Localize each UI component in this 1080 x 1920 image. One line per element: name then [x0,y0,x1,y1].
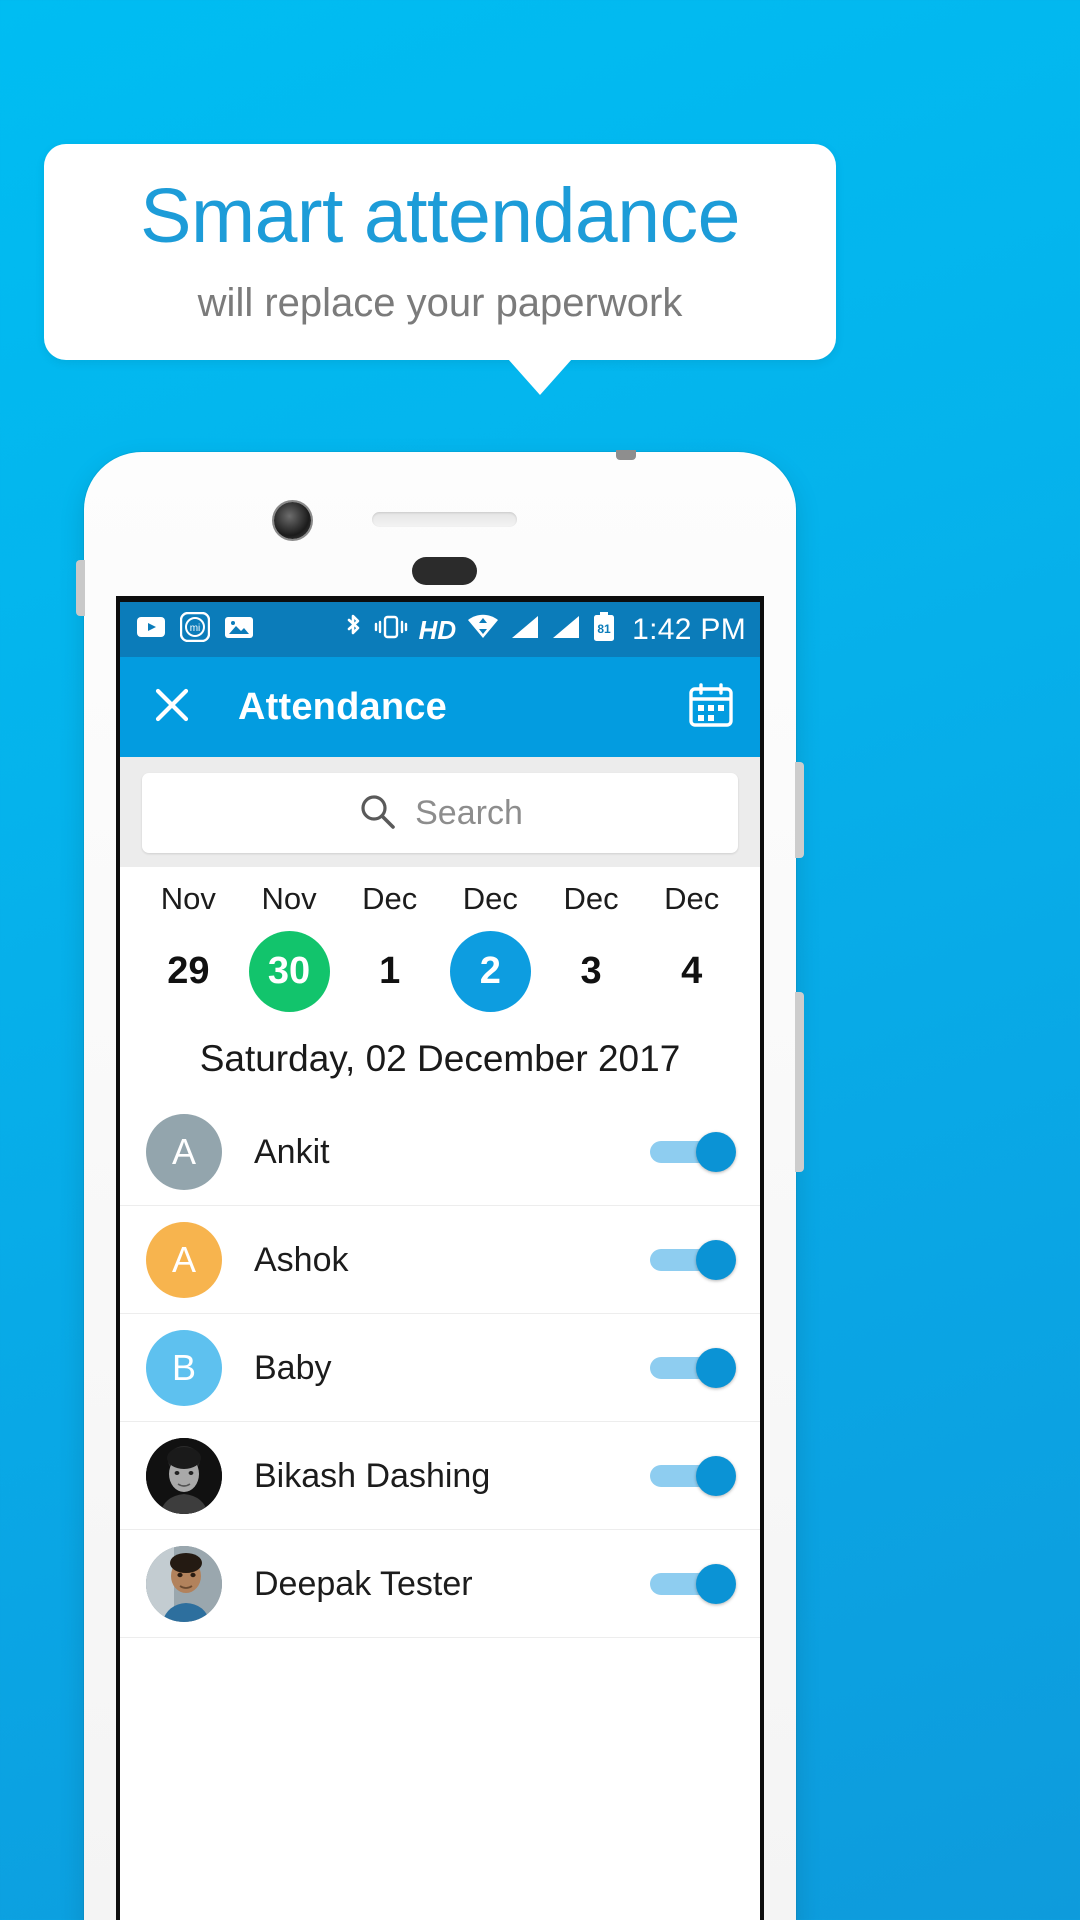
promo-title: Smart attendance [140,173,740,259]
hd-voice-icon: HD [418,614,457,645]
attendance-toggle[interactable] [650,1348,736,1388]
wifi-icon [467,614,499,645]
date-day: 4 [681,950,703,992]
status-bar-clock: 1:42 PM [632,612,746,646]
date-day: 3 [580,950,602,992]
phone-power-button [76,560,85,616]
date-cell-selected[interactable]: Dec 2 [440,881,541,1012]
phone-mockup: mi HD 81 1:42 PM Attendance Search Nov 2… [76,450,804,1920]
date-cell[interactable]: Dec 4 [641,881,742,1012]
phone-screen: mi HD 81 1:42 PM Attendance Search Nov 2… [116,596,764,1920]
toggle-knob [696,1240,736,1280]
list-item[interactable]: B Baby [120,1314,760,1422]
phone-volume-button-down [795,992,804,1172]
avatar-photo [146,1546,222,1622]
attendance-toggle[interactable] [650,1456,736,1496]
date-day-selected: 2 [449,931,531,1012]
attendance-toggle[interactable] [650,1240,736,1280]
signal-sim2-icon [551,614,581,645]
attendance-toggle[interactable] [650,1564,736,1604]
date-day: 29 [167,950,210,992]
bluetooth-icon [343,612,363,647]
date-cell[interactable]: Dec 1 [339,881,440,1012]
date-month: Nov [160,881,216,916]
phone-earpiece-speaker [372,512,517,527]
date-cell[interactable]: Nov 29 [138,881,239,1012]
date-day-today: 30 [248,931,330,1012]
person-name: Ankit [254,1132,330,1171]
list-item[interactable]: A Ankit [120,1098,760,1206]
youtube-icon [136,615,166,644]
date-cell[interactable]: Dec 3 [541,881,642,1012]
signal-sim1-icon [510,614,540,645]
status-bar-system-icons: HD 81 1:42 PM [343,612,746,647]
toggle-knob [696,1564,736,1604]
person-name: Bikash Dashing [254,1456,491,1495]
phone-volume-button-up [795,762,804,858]
battery-level-text: 81 [597,622,611,636]
list-item[interactable]: A Ashok [120,1206,760,1314]
vibrate-icon [374,613,408,646]
person-name: Deepak Tester [254,1564,473,1603]
promo-card-tail [508,359,572,395]
promo-card: Smart attendance will replace your paper… [44,144,836,360]
toggle-knob [696,1348,736,1388]
date-month: Dec [362,881,418,916]
calendar-icon[interactable] [688,682,734,733]
avatar: A [146,1222,222,1298]
phone-home-button[interactable] [412,557,477,585]
search-input[interactable]: Search [142,773,738,853]
toggle-knob [696,1132,736,1172]
date-month: Dec [563,881,619,916]
date-month: Dec [462,881,518,916]
list-item[interactable]: Bikash Dashing [120,1422,760,1530]
toggle-knob [696,1456,736,1496]
close-icon[interactable] [150,683,194,732]
date-cell[interactable]: Nov 30 [239,881,340,1012]
attendance-toggle[interactable] [650,1132,736,1172]
attendance-list: A Ankit A Ashok B Baby Bikash Dashing De… [120,1098,760,1638]
phone-sensor [616,450,636,460]
battery-icon: 81 [592,612,616,647]
promo-subtitle: will replace your paperwork [197,281,683,325]
person-name: Baby [254,1348,332,1387]
gallery-icon [224,615,254,645]
page-title: Attendance [238,685,447,728]
status-bar-notification-icons: mi [136,611,254,647]
status-bar: mi HD 81 1:42 PM [120,602,760,657]
date-month: Dec [664,881,720,916]
avatar-photo [146,1438,222,1514]
person-name: Ashok [254,1240,349,1279]
date-strip: Nov 29 Nov 30 Dec 1 Dec 2 Dec 3 Dec 4 [120,867,760,1016]
app-bar: Attendance [120,657,760,757]
search-icon [357,791,397,836]
list-item[interactable]: Deepak Tester [120,1530,760,1638]
search-bar-container: Search [120,757,760,867]
date-day: 1 [379,950,401,992]
svg-text:mi: mi [190,623,201,634]
date-month: Nov [261,881,317,916]
search-placeholder-text: Search [415,793,523,832]
mi-cloud-icon: mi [179,611,211,647]
selected-date-label: Saturday, 02 December 2017 [120,1016,760,1098]
avatar: B [146,1330,222,1406]
avatar: A [146,1114,222,1190]
phone-front-camera [274,502,311,539]
